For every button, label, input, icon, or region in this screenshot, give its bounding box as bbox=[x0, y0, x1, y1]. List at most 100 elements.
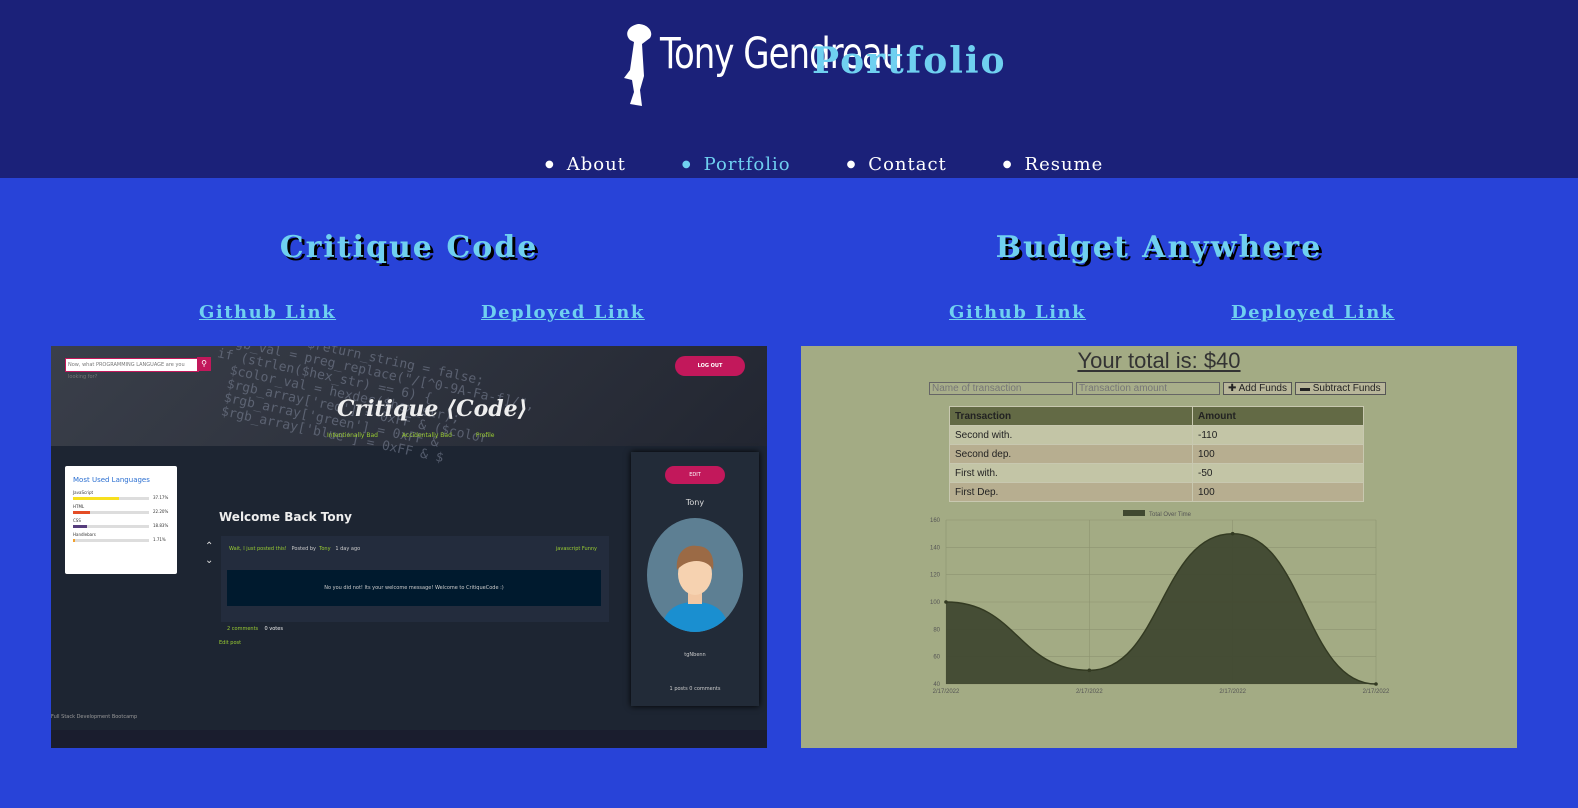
github-link[interactable]: Github Link bbox=[949, 302, 1086, 323]
nav-item-contact[interactable]: ● Contact bbox=[847, 150, 947, 178]
nav-label: About bbox=[566, 153, 626, 175]
critique-footer: Full Stack Development Bootcamp bbox=[51, 714, 138, 720]
critique-nav-link: Accidentally Bad bbox=[401, 432, 452, 439]
deployed-link[interactable]: Deployed Link bbox=[1231, 302, 1395, 323]
language-bar bbox=[73, 525, 149, 528]
vote-count: 0 votes bbox=[264, 626, 283, 632]
critique-nav: Intentionally Bad Accidentally Bad Profi… bbox=[327, 432, 516, 439]
legend-label: Total Over Time bbox=[1149, 512, 1192, 518]
data-point bbox=[1374, 682, 1378, 686]
table-cell: -110 bbox=[1192, 425, 1364, 445]
critique-code-screenshot[interactable]: $hex_str = $return_string = false; $rgb_… bbox=[51, 346, 767, 748]
y-tick-label: 40 bbox=[933, 682, 940, 688]
x-tick-label: 2/17/2022 bbox=[1076, 689, 1103, 695]
transaction-form: Name of transaction Transaction amount ✚… bbox=[929, 382, 1386, 395]
language-row: HTML 22.20% bbox=[65, 502, 177, 516]
table-cell: Second with. bbox=[949, 425, 1193, 445]
table-row: Second with. -110 bbox=[949, 425, 1364, 445]
nav-label: Contact bbox=[868, 153, 947, 175]
data-point bbox=[944, 600, 948, 604]
x-tick-label: 2/17/2022 bbox=[933, 689, 960, 695]
legend-swatch bbox=[1123, 510, 1145, 516]
language-percent: 1.71% bbox=[153, 537, 166, 542]
series-area bbox=[946, 533, 1376, 685]
y-tick-label: 160 bbox=[930, 518, 941, 524]
post-author: Tony bbox=[319, 546, 331, 552]
transaction-amount-input: Transaction amount bbox=[1076, 382, 1220, 395]
table-row: Second dep. 100 bbox=[949, 444, 1364, 464]
site-header: Tony Gendreau Portfolio ● About ● Portfoli… bbox=[0, 0, 1578, 178]
profile-stats: 1 posts 0 comments bbox=[669, 686, 721, 692]
table-row: First with. -50 bbox=[949, 463, 1364, 483]
logout-button: LOG OUT bbox=[675, 356, 745, 376]
post-time: 1 day ago bbox=[335, 546, 361, 552]
nav-label: Portfolio bbox=[703, 153, 791, 175]
avatar bbox=[647, 518, 743, 632]
x-tick-label: 2/17/2022 bbox=[1219, 689, 1246, 695]
y-tick-label: 80 bbox=[933, 627, 940, 633]
edit-post-link: Edit post bbox=[219, 640, 242, 646]
language-row: Handlebars 1.71% bbox=[65, 530, 177, 544]
critique-brand: Critique ⟨Code⟩ bbox=[337, 396, 528, 422]
vote-arrows: ⌃ ⌄ bbox=[205, 540, 213, 568]
y-tick-label: 140 bbox=[930, 545, 941, 551]
languages-title: Most Used Languages bbox=[73, 476, 150, 484]
table-cell: 100 bbox=[1192, 482, 1364, 502]
upvote-icon: ⌃ bbox=[205, 541, 214, 552]
column-header: Amount bbox=[1192, 406, 1364, 426]
table-row: First Dep. 100 bbox=[949, 482, 1364, 502]
total-over-time-chart: Total Over Time 40 60 80 100 120 140 160 2/17/20… bbox=[930, 510, 1390, 695]
page-title: Portfolio bbox=[812, 40, 1007, 82]
main-nav: ● About ● Portfolio ● Contact ● Resume bbox=[545, 150, 1159, 178]
total-heading: Your total is: $40 bbox=[1077, 348, 1241, 373]
table-header-row: Transaction Amount bbox=[949, 406, 1364, 426]
y-tick-label: 100 bbox=[930, 600, 941, 606]
languages-card: Most Used Languages JavaScript 37.17% HTML… bbox=[65, 466, 177, 574]
language-percent: 22.20% bbox=[153, 509, 169, 514]
post-title: Wait, I just posted this! bbox=[229, 546, 287, 552]
critique-nav-link: Intentionally Bad bbox=[327, 432, 378, 439]
budget-anywhere-screenshot[interactable]: Your total is: $40 Name of transaction T… bbox=[801, 346, 1517, 748]
add-funds-button: ✚ Add Funds bbox=[1223, 382, 1292, 395]
language-bar bbox=[73, 497, 149, 500]
table-cell: 100 bbox=[1192, 444, 1364, 464]
github-link[interactable]: Github Link bbox=[199, 302, 336, 323]
post-by: Posted by bbox=[291, 546, 316, 552]
nav-item-portfolio[interactable]: ● Portfolio bbox=[682, 150, 791, 178]
language-percent: 37.17% bbox=[153, 495, 169, 500]
deployed-link[interactable]: Deployed Link bbox=[481, 302, 645, 323]
comment-count: 2 comments bbox=[227, 626, 259, 632]
critique-bottom-bar bbox=[51, 730, 767, 748]
y-tick-label: 120 bbox=[930, 573, 941, 579]
language-percent: 18.83% bbox=[153, 523, 169, 528]
edit-profile-button: EDIT bbox=[665, 466, 725, 484]
transaction-name-input: Name of transaction bbox=[929, 382, 1073, 395]
bullet-icon: ● bbox=[846, 158, 857, 170]
downvote-icon: ⌄ bbox=[205, 555, 214, 566]
post-card: Wait, I just posted this! Posted by Tony… bbox=[221, 536, 609, 622]
nav-item-resume[interactable]: ● Resume bbox=[1003, 150, 1104, 178]
site-logo[interactable]: Tony Gendreau bbox=[620, 20, 903, 110]
nav-item-about[interactable]: ● About bbox=[545, 150, 626, 178]
post-tags: javascript Funny bbox=[555, 546, 597, 552]
post-body: No you did not! Its your welcome message… bbox=[227, 570, 601, 606]
search-input: Now, what PROGRAMMING LANGUAGE are you l… bbox=[65, 358, 199, 380]
post-meta: 2 comments 0 votes bbox=[227, 626, 283, 632]
language-row: CSS 18.83% bbox=[65, 516, 177, 530]
nav-label: Resume bbox=[1024, 153, 1104, 175]
profile-name: Tony bbox=[685, 498, 705, 507]
language-row: JavaScript 37.17% bbox=[65, 488, 177, 502]
transactions-table: Transaction Amount Second with. -110 Seco… bbox=[949, 406, 1364, 502]
x-tick-label: 2/17/2022 bbox=[1363, 689, 1390, 695]
column-header: Transaction bbox=[949, 406, 1193, 426]
table-cell: -50 bbox=[1192, 463, 1364, 483]
profile-card: EDIT Tony tgNbenn 1 posts 0 comments bbox=[631, 452, 759, 706]
search-icon: ⚲ bbox=[197, 357, 211, 371]
bullet-icon: ● bbox=[681, 158, 692, 170]
table-cell: First with. bbox=[949, 463, 1193, 483]
bullet-icon: ● bbox=[1002, 158, 1013, 170]
project-title: Critique Code bbox=[279, 230, 539, 265]
language-bar bbox=[73, 539, 149, 542]
person-avatar-icon bbox=[661, 545, 729, 632]
profile-handle: tgNbenn bbox=[684, 652, 706, 658]
